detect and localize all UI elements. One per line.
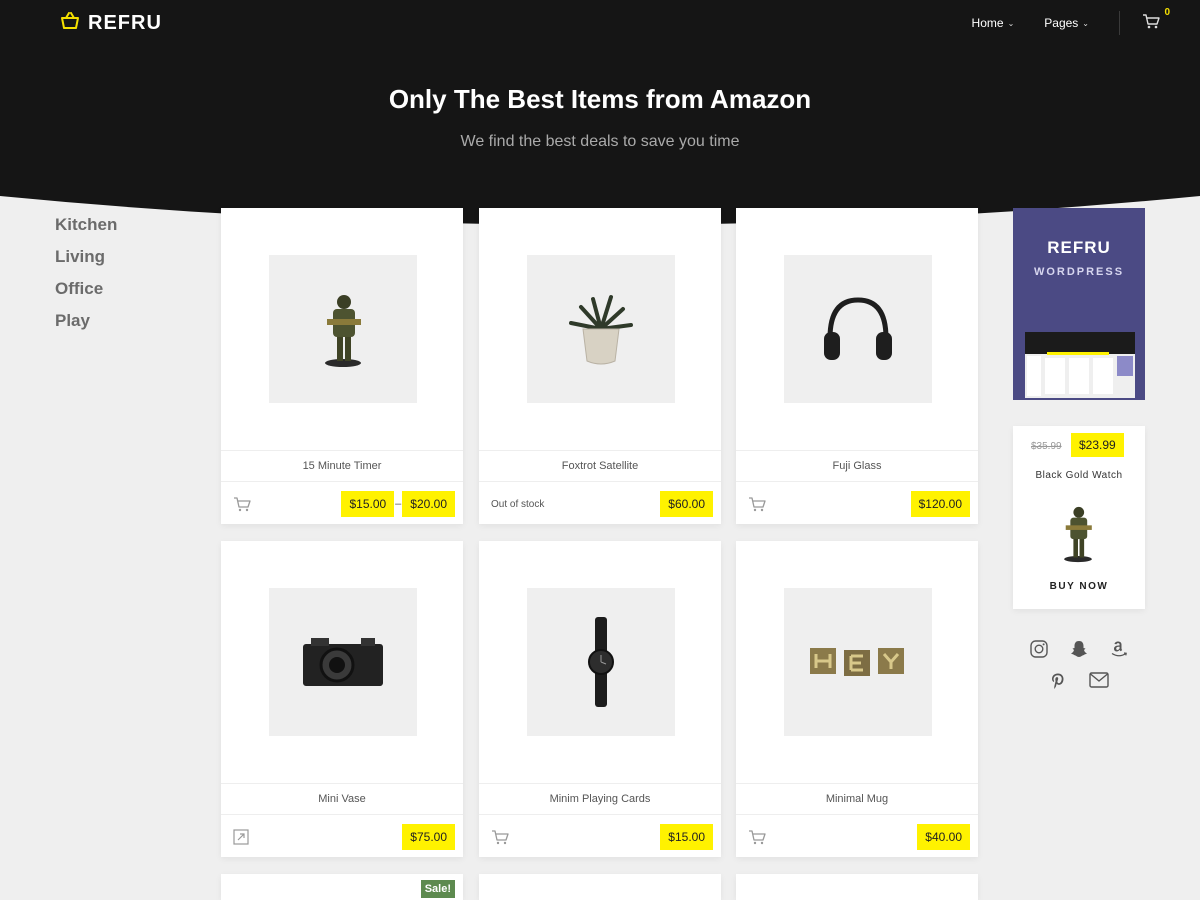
cart-icon bbox=[1142, 13, 1160, 33]
category-play[interactable]: Play bbox=[55, 310, 117, 342]
cart-count: 0 bbox=[1164, 6, 1170, 18]
promo-title: REFRU bbox=[1047, 238, 1111, 257]
original-price: $35.99 bbox=[1031, 441, 1062, 452]
product-card[interactable] bbox=[736, 874, 978, 900]
product-name[interactable]: Minim Playing Cards bbox=[479, 783, 721, 815]
category-office[interactable]: Office bbox=[55, 278, 117, 310]
theme-screenshot bbox=[1025, 332, 1135, 398]
amazon-icon[interactable] bbox=[1110, 640, 1128, 658]
site-header: REFRU Home ⌄ Pages ⌄ 0 Only The Best Ite… bbox=[0, 0, 1200, 230]
potted-plant-image bbox=[569, 295, 633, 365]
camera-image bbox=[303, 638, 383, 686]
nav-home[interactable]: Home ⌄ bbox=[972, 16, 1015, 30]
instagram-icon[interactable] bbox=[1030, 640, 1048, 658]
cart-icon bbox=[749, 830, 766, 845]
cart-icon bbox=[234, 497, 251, 512]
nav-pages[interactable]: Pages ⌄ bbox=[1044, 16, 1089, 30]
add-to-cart-button[interactable] bbox=[748, 829, 766, 845]
chevron-down-icon: ⌄ bbox=[1007, 18, 1015, 28]
nav-pages-label: Pages bbox=[1044, 16, 1079, 30]
soldier-figurine-image bbox=[325, 295, 361, 367]
add-to-cart-button[interactable] bbox=[491, 829, 509, 845]
product-footer: $15.00 – $20.00 bbox=[221, 482, 463, 526]
basket-icon bbox=[60, 12, 80, 35]
deal-product-image bbox=[1055, 498, 1101, 573]
logo[interactable]: REFRU bbox=[60, 12, 162, 35]
category-kitchen[interactable]: Kitchen bbox=[55, 214, 117, 246]
product-image[interactable] bbox=[269, 255, 417, 403]
add-to-cart-button[interactable] bbox=[233, 496, 251, 512]
social-links bbox=[1013, 640, 1145, 704]
sale-price: $23.99 bbox=[1071, 433, 1124, 457]
hero-subtitle: We find the best deals to save you time bbox=[460, 133, 740, 150]
brand-name: REFRU bbox=[88, 12, 162, 34]
price-min: $15.00 bbox=[341, 491, 395, 517]
product-footer: Out of stock $60.00 bbox=[479, 482, 721, 526]
price: $15.00 bbox=[660, 824, 713, 850]
main-nav: Home ⌄ Pages ⌄ 0 bbox=[972, 7, 1170, 38]
product-name[interactable]: Mini Vase bbox=[221, 783, 463, 815]
pinterest-icon[interactable] bbox=[1049, 672, 1067, 690]
product-name[interactable]: Fuji Glass bbox=[736, 450, 978, 482]
product-image[interactable] bbox=[527, 588, 675, 736]
soldier-figurine-image bbox=[1064, 506, 1092, 563]
promo-banner[interactable]: REFRU WORDPRESS bbox=[1013, 208, 1145, 400]
add-to-cart-button[interactable] bbox=[748, 496, 766, 512]
product-footer: $15.00 bbox=[479, 815, 721, 859]
product-card[interactable]: Foxtrot Satellite Out of stock $60.00 bbox=[479, 208, 721, 524]
headphones-image bbox=[824, 297, 892, 360]
product-image[interactable] bbox=[527, 255, 675, 403]
snapchat-icon[interactable] bbox=[1070, 640, 1088, 658]
external-link-button[interactable] bbox=[233, 829, 249, 845]
wristwatch-image bbox=[588, 617, 614, 707]
mail-icon[interactable] bbox=[1089, 672, 1109, 690]
chevron-down-icon: ⌄ bbox=[1082, 18, 1089, 28]
nav-home-label: Home bbox=[971, 16, 1004, 30]
buy-now-button[interactable]: BUY NOW bbox=[1013, 581, 1145, 592]
featured-deal-card[interactable]: $35.99 $23.99 Black Gold Watch BUY NOW bbox=[1013, 426, 1145, 609]
product-card[interactable]: Minimal Mug $40.00 bbox=[736, 541, 978, 857]
sale-badge: Sale! bbox=[420, 880, 455, 898]
price-range-separator: – bbox=[395, 498, 402, 510]
product-card[interactable]: Fuji Glass $120.00 bbox=[736, 208, 978, 524]
product-footer: $120.00 bbox=[736, 482, 978, 526]
product-card[interactable]: Mini Vase $75.00 bbox=[221, 541, 463, 857]
price: $40.00 bbox=[917, 824, 970, 850]
product-image[interactable] bbox=[784, 255, 932, 403]
cart-button[interactable]: 0 bbox=[1142, 7, 1170, 34]
deal-product-name: Black Gold Watch bbox=[1035, 470, 1123, 481]
promo-subtitle: WORDPRESS bbox=[1033, 266, 1125, 278]
hero-title: Only The Best Items from Amazon bbox=[388, 84, 812, 114]
product-card[interactable]: Minim Playing Cards $15.00 bbox=[479, 541, 721, 857]
product-image[interactable] bbox=[784, 588, 932, 736]
category-living[interactable]: Living bbox=[55, 246, 117, 278]
price-max: $20.00 bbox=[402, 491, 455, 517]
product-card[interactable] bbox=[479, 874, 721, 900]
nav-divider bbox=[1119, 11, 1120, 35]
category-list: Kitchen Living Office Play bbox=[55, 214, 117, 342]
cart-icon bbox=[749, 497, 766, 512]
product-name[interactable]: Minimal Mug bbox=[736, 783, 978, 815]
product-name[interactable]: Foxtrot Satellite bbox=[479, 450, 721, 482]
price: $60.00 bbox=[660, 491, 713, 517]
product-footer: $40.00 bbox=[736, 815, 978, 859]
letter-blocks-image bbox=[810, 648, 904, 676]
external-link-icon bbox=[233, 829, 249, 845]
stock-status: Out of stock bbox=[491, 498, 545, 510]
product-card[interactable]: Sale! bbox=[221, 874, 463, 900]
product-footer: $75.00 bbox=[221, 815, 463, 859]
product-card[interactable]: 15 Minute Timer $15.00 – $20.00 bbox=[221, 208, 463, 524]
cart-icon bbox=[492, 830, 509, 845]
product-image[interactable] bbox=[269, 588, 417, 736]
product-name[interactable]: 15 Minute Timer bbox=[221, 450, 463, 482]
price: $75.00 bbox=[402, 824, 455, 850]
price: $120.00 bbox=[910, 491, 970, 517]
